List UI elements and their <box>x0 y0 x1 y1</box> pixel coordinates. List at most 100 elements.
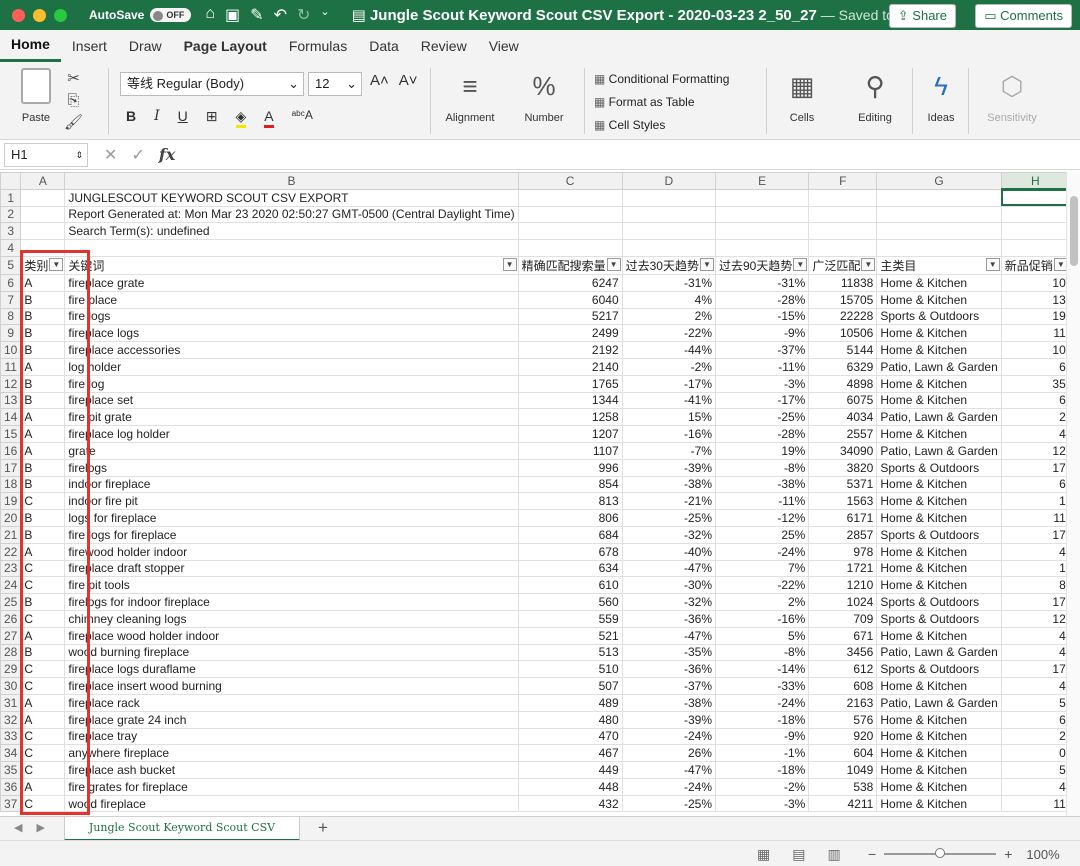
cell[interactable]: fire place <box>64 290 519 309</box>
cell[interactable]: 576 <box>808 710 878 729</box>
row-header[interactable]: 4 <box>0 239 22 257</box>
cell[interactable] <box>714 205 810 224</box>
cell[interactable]: -14% <box>714 660 810 679</box>
cell[interactable]: 996 <box>517 458 623 477</box>
column-header-a[interactable]: A <box>20 172 66 190</box>
cell[interactable]: A <box>20 542 66 561</box>
cell[interactable]: -11% <box>714 357 810 376</box>
cell[interactable] <box>1000 205 1070 224</box>
increase-font-icon[interactable]: A˄ <box>370 72 389 89</box>
cell[interactable]: 2557 <box>808 425 878 443</box>
confirm-icon[interactable]: ✓ <box>131 145 144 165</box>
cell[interactable]: -47% <box>621 761 716 779</box>
cell[interactable]: 10506 <box>808 324 878 343</box>
cell[interactable]: 634 <box>517 559 623 578</box>
tab-page-layout[interactable]: Page Layout <box>173 30 278 62</box>
row-header[interactable]: 2 <box>0 205 22 224</box>
cell[interactable]: -24% <box>714 542 810 561</box>
alignment-button[interactable]: ≡ Alignment <box>440 68 500 124</box>
cell[interactable]: 1207 <box>517 425 623 443</box>
tab-data[interactable]: Data <box>358 30 410 62</box>
filter-dropdown-icon[interactable]: ▼ <box>699 257 714 271</box>
cell[interactable]: fireplace grate 24 inch <box>64 710 519 729</box>
cell[interactable]: -40% <box>621 542 716 561</box>
column-filter-header[interactable]: 过去30天趋势 ▼ <box>621 255 716 275</box>
cell[interactable]: B <box>20 643 66 662</box>
page-layout-view-icon[interactable]: ▤ <box>792 846 805 863</box>
cell[interactable]: -33% <box>714 677 810 695</box>
cell[interactable]: 17 <box>1000 593 1070 611</box>
cell[interactable]: 2140 <box>517 357 623 376</box>
cell[interactable]: 4 <box>1000 542 1070 561</box>
cell[interactable] <box>876 222 1002 241</box>
cell[interactable]: fireplace rack <box>64 693 519 712</box>
bold-button[interactable]: B <box>126 108 136 128</box>
cell[interactable]: Sports & Outdoors <box>876 660 1002 679</box>
cell[interactable]: 1721 <box>808 559 878 578</box>
cell[interactable]: -30% <box>621 576 716 595</box>
cell[interactable]: 1344 <box>517 391 623 410</box>
cell[interactable]: fireplace draft stopper <box>64 559 519 578</box>
cell[interactable]: 470 <box>517 727 623 746</box>
cell[interactable]: 709 <box>808 609 878 628</box>
cell[interactable]: B <box>20 525 66 544</box>
cell[interactable]: -32% <box>621 525 716 544</box>
cell[interactable]: Sports & Outdoors <box>876 458 1002 477</box>
column-header-f[interactable]: F <box>808 172 878 190</box>
cell[interactable]: 2192 <box>517 341 623 359</box>
row-header[interactable]: 31 <box>0 693 22 712</box>
cell[interactable]: 448 <box>517 777 623 796</box>
filter-dropdown-icon[interactable]: ▼ <box>985 257 1000 271</box>
cell[interactable]: C <box>20 576 66 595</box>
cell[interactable]: 5% <box>714 626 810 645</box>
cell[interactable]: B <box>20 391 66 410</box>
tab-draw[interactable]: Draw <box>118 30 173 62</box>
cell[interactable]: Home & Kitchen <box>876 475 1002 494</box>
row-header[interactable]: 15 <box>0 425 22 443</box>
row-header[interactable]: 25 <box>0 593 22 611</box>
cell[interactable]: A <box>20 693 66 712</box>
cell[interactable]: -25% <box>621 509 716 527</box>
cell[interactable]: 11 <box>1000 509 1070 527</box>
cell[interactable]: 806 <box>517 509 623 527</box>
cell[interactable]: C <box>20 559 66 578</box>
cell[interactable] <box>714 188 810 207</box>
cell[interactable]: 4 <box>1000 626 1070 645</box>
zoom-window-button[interactable] <box>54 8 67 22</box>
cell[interactable]: 11838 <box>808 273 878 292</box>
row-header[interactable]: 10 <box>0 341 22 359</box>
cell[interactable]: fireplace grate <box>64 273 519 292</box>
cell[interactable]: fireplace wood holder indoor <box>64 626 519 645</box>
cell[interactable]: 12 <box>1000 609 1070 628</box>
cell[interactable]: 25% <box>714 525 810 544</box>
cell[interactable]: 4898 <box>808 374 878 393</box>
sensitivity-button[interactable]: ⬡ Sensitivity <box>980 68 1044 124</box>
cell[interactable] <box>621 188 716 207</box>
row-header[interactable]: 24 <box>0 576 22 595</box>
cell[interactable]: -2% <box>714 777 810 796</box>
cell[interactable]: -12% <box>714 509 810 527</box>
cell[interactable]: Sports & Outdoors <box>876 593 1002 611</box>
cell[interactable]: chimney cleaning logs <box>64 609 519 628</box>
cell[interactable] <box>517 205 623 224</box>
cell[interactable]: fireplace accessories <box>64 341 519 359</box>
redo-icon[interactable]: ↻ <box>297 5 310 25</box>
cell[interactable]: Sports & Outdoors <box>876 609 1002 628</box>
column-header-h[interactable]: H <box>1000 172 1070 191</box>
column-filter-header[interactable]: 主类目 ▼ <box>876 255 1002 275</box>
cell[interactable]: 510 <box>517 660 623 679</box>
cell[interactable]: 604 <box>808 744 878 763</box>
column-filter-header[interactable]: 精确匹配搜索量 ▼ <box>517 255 623 275</box>
cell[interactable]: 6329 <box>808 357 878 376</box>
column-header-e[interactable]: E <box>714 172 810 190</box>
cell-styles-button[interactable]: Cell Styles <box>594 114 729 137</box>
editing-button[interactable]: ⚲ Editing <box>846 68 904 124</box>
cell[interactable]: -7% <box>621 441 716 460</box>
cell[interactable]: -17% <box>714 391 810 410</box>
cell[interactable]: Patio, Lawn & Garden <box>876 408 1002 427</box>
cell[interactable]: fireplace logs duraflame <box>64 660 519 679</box>
cell[interactable]: -38% <box>621 693 716 712</box>
cell[interactable]: -32% <box>621 593 716 611</box>
row-header[interactable]: 18 <box>0 475 22 494</box>
cell[interactable]: A <box>20 425 66 443</box>
